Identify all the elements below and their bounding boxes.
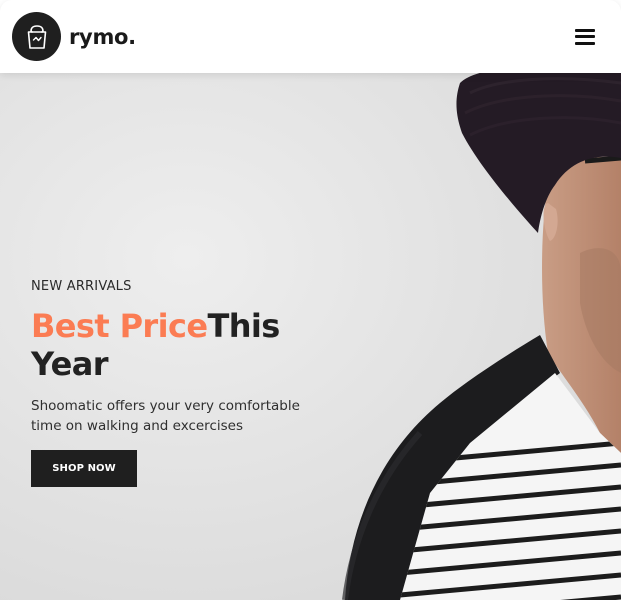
shopping-bag-icon [27, 24, 46, 49]
menu-bar [575, 28, 595, 32]
hero-description: Shoomatic offers your very comfortable t… [31, 398, 300, 434]
hero-content: NEW ARRIVALS Best PriceThis Year Shoomat… [31, 279, 361, 487]
menu-bar [575, 41, 595, 45]
site-header: rymo. [0, 0, 621, 73]
hero-eyebrow: NEW ARRIVALS [31, 279, 132, 294]
page: rymo. NEW ARRIVALS Best PriceThis Year S… [0, 0, 621, 600]
logo-badge [12, 12, 61, 61]
hamburger-menu-icon[interactable] [575, 28, 595, 46]
hero-headline: Best PriceThis Year [31, 307, 281, 383]
shop-now-button[interactable]: SHOP NOW [31, 450, 137, 487]
menu-bar [575, 35, 595, 38]
headline-accent: Best Price [31, 307, 208, 345]
hero-banner: NEW ARRIVALS Best PriceThis Year Shoomat… [0, 73, 621, 600]
brand-name: rymo. [69, 24, 136, 49]
brand-logo-link[interactable]: rymo. [12, 12, 136, 61]
